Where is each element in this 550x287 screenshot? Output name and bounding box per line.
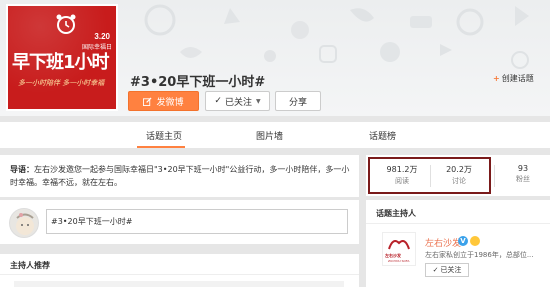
alarm-clock-icon	[56, 14, 76, 34]
stat-separator	[430, 165, 431, 187]
stat-fans: 93 粉丝	[500, 164, 546, 184]
stat-separator	[494, 165, 495, 187]
stat-discussions-label: 讨论	[452, 177, 466, 185]
tab-photo-wall[interactable]: 图片墙	[256, 129, 283, 142]
post-weibo-label: 发微博	[156, 97, 184, 108]
stat-fans-value: 93	[517, 164, 529, 173]
intro-text: 左右沙发邀您一起参与国际幸福日"3•20早下班一小时"公益行动，多一小时陪伴，多…	[10, 165, 350, 187]
divider	[366, 223, 550, 224]
tab-topic-home[interactable]: 话题主页	[146, 129, 182, 142]
topic-intro-panel: 导语：左右沙发邀您一起参与国际幸福日"3•20早下班一小时"公益行动，多一小时陪…	[0, 155, 359, 197]
brand-logo-icon	[388, 240, 410, 250]
topic-title: #3•20早下班一小时#	[130, 75, 266, 90]
stat-reads-label: 阅读	[395, 177, 409, 185]
verified-badge-icon: V	[458, 236, 468, 246]
check-icon: ✓	[214, 96, 222, 106]
caret-down-icon: ▼	[255, 97, 261, 105]
host-follow-label: 已关注	[440, 266, 462, 274]
cover-tagline: 多一小时陪伴 多一小时幸福	[18, 79, 105, 87]
post-input[interactable]: #3•20早下班一小时#	[46, 209, 348, 234]
recommend-title: 主持人推荐	[10, 261, 50, 270]
host-name[interactable]: 左右沙发	[425, 236, 461, 249]
topic-header: 3.20 国际幸福日 早下班1小时 多一小时陪伴 多一小时幸福 #3•20早下班…	[0, 0, 550, 116]
follow-dropdown-button[interactable]: ✓ 已关注 ▼	[205, 91, 270, 111]
topic-host-panel: 话题主持人 左右沙发 ZUOYOU SOFA 左右沙发 V 左右家私创立于198…	[366, 200, 550, 287]
topic-stats-panel: 981.2万 阅读 20.2万 讨论 93 粉丝	[366, 155, 550, 196]
cover-title: 早下班1小时	[12, 52, 110, 73]
smile-emoji-icon	[470, 236, 480, 246]
post-weibo-button[interactable]: 发微博	[128, 91, 199, 111]
brand-name-en: ZUOYOU SOFA	[388, 259, 410, 263]
create-topic-link[interactable]: + 创建话题	[493, 73, 534, 84]
topic-tabs: 话题主页 图片墙 话题榜	[0, 122, 550, 148]
host-avatar[interactable]: 左右沙发 ZUOYOU SOFA	[382, 232, 416, 266]
stat-reads: 981.2万 阅读	[377, 164, 427, 186]
follow-label: 已关注	[224, 97, 252, 108]
active-tab-indicator	[137, 146, 185, 148]
list-item	[14, 281, 344, 287]
check-icon: ✓	[432, 266, 439, 274]
stat-discussions-value: 20.2万	[446, 165, 472, 174]
edit-icon	[143, 96, 152, 106]
stat-discussions: 20.2万 讨论	[434, 164, 484, 186]
divider	[0, 274, 359, 275]
host-recommend-panel: 主持人推荐	[0, 254, 359, 287]
share-button[interactable]: 分享	[275, 91, 321, 111]
post-composer-panel: #3•20早下班一小时#	[0, 200, 359, 244]
plus-icon: +	[493, 74, 500, 83]
topic-cover-image: 3.20 国际幸福日 早下班1小时 多一小时陪伴 多一小时幸福	[6, 4, 118, 111]
intro-label: 导语：	[10, 165, 34, 174]
topic-intro: 导语：左右沙发邀您一起参与国际幸福日"3•20早下班一小时"公益行动，多一小时陪…	[10, 163, 350, 189]
create-topic-label: 创建话题	[501, 74, 534, 83]
host-follow-button[interactable]: ✓ 已关注	[425, 263, 469, 277]
stat-fans-label: 粉丝	[516, 175, 530, 183]
host-section-title: 话题主持人	[376, 209, 416, 218]
share-label: 分享	[288, 97, 307, 108]
stat-reads-value: 981.2万	[386, 165, 418, 174]
host-description: 左右家私创立于1986年，总部位...	[425, 251, 534, 259]
user-avatar[interactable]	[9, 208, 39, 238]
avatar-image	[16, 213, 34, 235]
tab-topic-ranking[interactable]: 话题榜	[369, 129, 396, 142]
cover-date: 3.20	[94, 32, 110, 41]
